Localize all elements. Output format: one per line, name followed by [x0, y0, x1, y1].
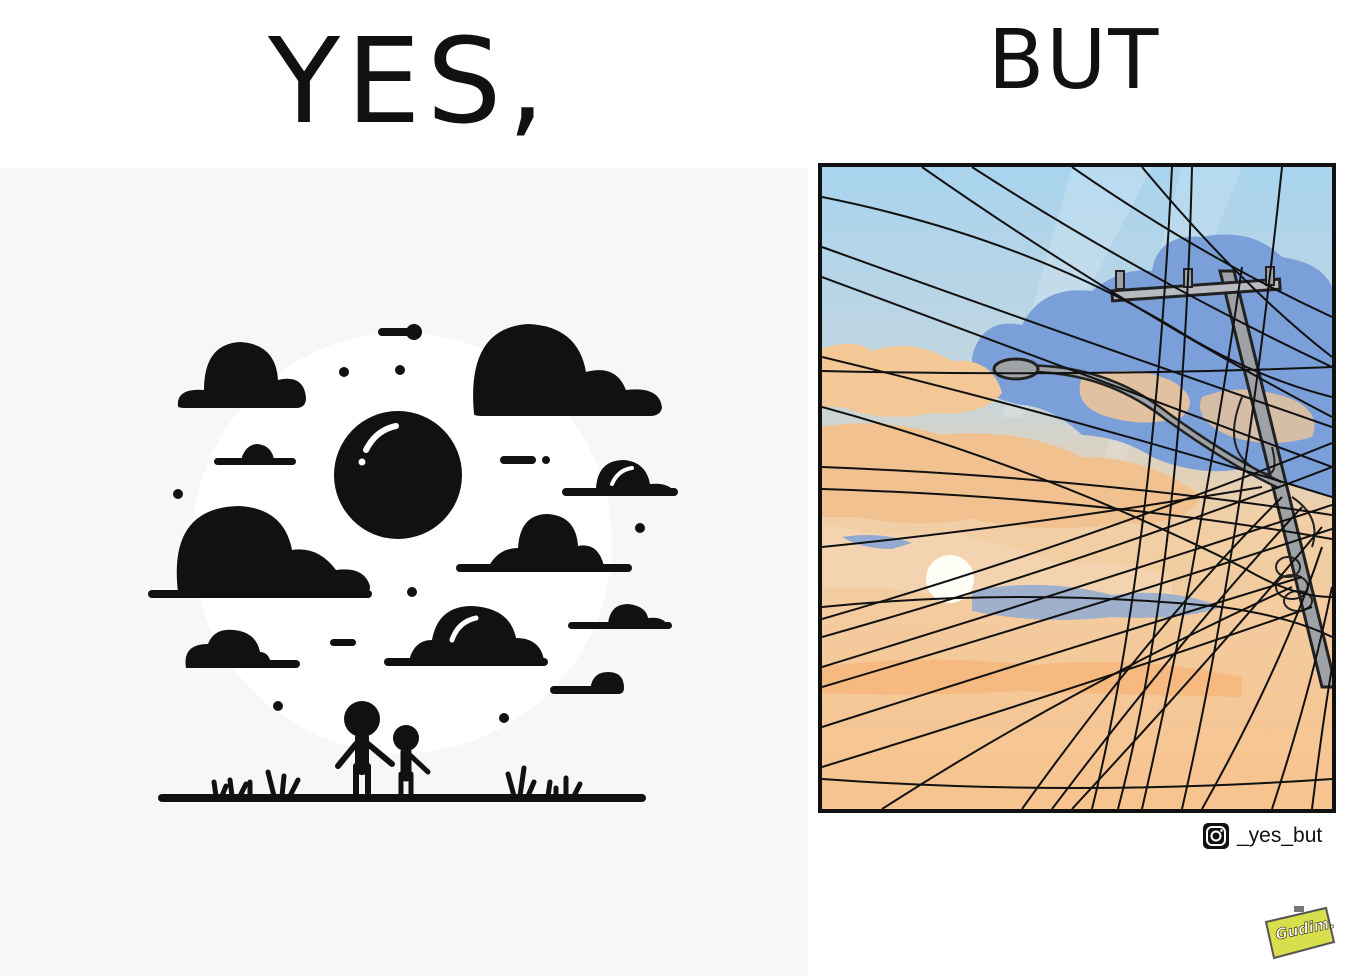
- sun-icon: [334, 411, 462, 539]
- street-lamp-head: [992, 357, 1040, 381]
- but-caption: BUT: [988, 13, 1161, 108]
- yes-caption: YES,: [268, 12, 552, 150]
- power-lines-sky-illustration: [822, 167, 1332, 809]
- cloud-icon: [473, 324, 662, 416]
- artist-signature-logo: Gudim.: [1262, 904, 1338, 962]
- yes-panel: [0, 168, 808, 976]
- idealized-sky-illustration: [148, 324, 678, 802]
- sun-shape: [926, 555, 974, 603]
- instagram-handle: _yes_but: [1237, 824, 1323, 847]
- instagram-credit[interactable]: _yes_but: [1203, 822, 1322, 850]
- instagram-icon: [1203, 823, 1229, 849]
- but-panel: [818, 163, 1336, 813]
